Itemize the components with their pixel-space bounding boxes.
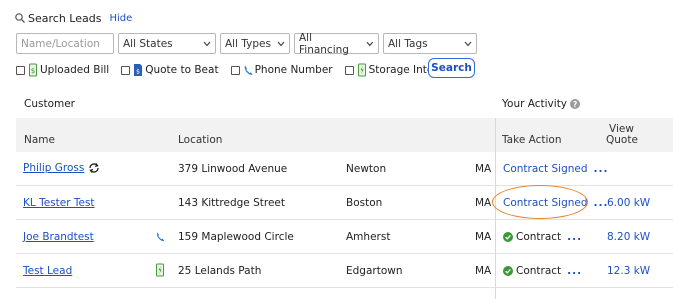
state-cell: MA xyxy=(475,197,492,209)
financing-select-value: All Financing xyxy=(299,31,349,56)
quote-to-beat-filter[interactable]: $ Quote to Beat xyxy=(121,63,219,77)
svg-text:$: $ xyxy=(136,69,140,76)
your-activity-section: Your Activity ? xyxy=(502,98,581,110)
phone-icon xyxy=(156,232,165,242)
column-header-location: Location xyxy=(178,134,223,146)
more-actions-button[interactable]: ... xyxy=(567,231,582,243)
column-header-name: Name xyxy=(24,134,55,146)
phone-number-label: Phone Number xyxy=(254,64,333,76)
financing-select[interactable]: All Financing xyxy=(294,31,379,56)
contract-status[interactable]: Contract xyxy=(516,231,561,243)
more-actions-button[interactable]: ... xyxy=(594,163,609,175)
take-action-cell: Contract ... xyxy=(503,265,582,277)
chevron-down-icon xyxy=(464,41,472,46)
quote-document-icon: $ xyxy=(134,64,143,76)
states-select[interactable]: All States xyxy=(118,33,216,54)
storage-interest-checkbox[interactable] xyxy=(344,65,354,75)
battery-icon xyxy=(156,263,164,277)
search-button[interactable]: Search xyxy=(428,58,475,78)
phone-number-checkbox[interactable] xyxy=(230,65,240,75)
search-leads-title: Search Leads xyxy=(28,11,102,25)
address-cell: 25 Lelands Path xyxy=(178,265,262,277)
city-cell: Boston xyxy=(346,197,383,209)
check-circle-icon xyxy=(503,232,513,242)
address-cell: 159 Maplewood Circle xyxy=(178,231,294,243)
uploaded-bill-filter[interactable]: $ Uploaded Bill xyxy=(16,63,109,77)
chevron-down-icon xyxy=(203,41,211,46)
checkbox-row: $ Uploaded Bill $ Quote to Beat Phone Nu… xyxy=(16,60,466,80)
contract-status[interactable]: Contract xyxy=(516,265,561,277)
lead-name-link[interactable]: Joe Brandtest xyxy=(23,231,94,243)
tags-select[interactable]: All Tags xyxy=(383,33,477,54)
city-cell: Newton xyxy=(346,163,387,175)
uploaded-bill-checkbox[interactable] xyxy=(16,65,25,75)
phone-icon xyxy=(244,65,252,75)
lead-name-link[interactable]: KL Tester Test xyxy=(23,197,95,209)
table-header xyxy=(16,118,673,152)
column-header-take-action: Take Action xyxy=(502,134,562,146)
contract-signed-link[interactable]: Contract Signed xyxy=(503,163,588,175)
phone-number-filter[interactable]: Phone Number xyxy=(230,63,333,77)
highlight-annotation xyxy=(492,185,588,219)
bill-icon: $ xyxy=(29,63,37,77)
customer-section-title: Customer xyxy=(24,98,76,110)
row-divider xyxy=(16,253,673,254)
types-select-value: All Types xyxy=(225,37,271,50)
svg-text:$: $ xyxy=(31,67,35,75)
name-cell: Joe Brandtest xyxy=(23,231,94,243)
row-divider xyxy=(16,185,673,186)
help-icon[interactable]: ? xyxy=(570,99,581,109)
city-cell: Edgartown xyxy=(346,265,403,277)
uploaded-bill-label: Uploaded Bill xyxy=(40,64,110,76)
name-cell: Philip Gross xyxy=(23,162,100,174)
take-action-cell: Contract ... xyxy=(503,231,582,243)
state-cell: MA xyxy=(475,231,492,243)
state-cell: MA xyxy=(475,265,492,277)
search-icon xyxy=(15,13,25,23)
address-cell: 143 Kittredge Street xyxy=(178,197,285,209)
name-location-input[interactable]: Name/Location xyxy=(16,33,114,54)
chevron-down-icon xyxy=(366,41,374,46)
your-activity-title: Your Activity xyxy=(502,98,568,110)
sync-icon xyxy=(89,163,99,173)
name-cell: Test Lead xyxy=(23,265,72,277)
battery-icon xyxy=(357,63,366,77)
states-select-value: All States xyxy=(123,37,173,50)
state-cell: MA xyxy=(475,163,492,175)
hide-link[interactable]: Hide xyxy=(109,13,132,24)
view-quote-link[interactable]: 6.00 kW xyxy=(607,197,650,209)
lead-name-link[interactable]: Test Lead xyxy=(23,265,72,277)
types-select[interactable]: All Types xyxy=(220,33,290,54)
view-quote-link[interactable]: 12.3 kW xyxy=(607,265,650,277)
more-actions-button[interactable]: ... xyxy=(567,265,582,277)
column-header-view-quote-line2: Quote xyxy=(606,134,638,146)
chevron-down-icon xyxy=(277,41,285,46)
filter-row: Name/Location All States All Types All F… xyxy=(16,31,477,56)
city-cell: Amherst xyxy=(346,231,391,243)
name-cell: KL Tester Test xyxy=(23,197,95,209)
quote-to-beat-label: Quote to Beat xyxy=(145,64,219,76)
check-circle-icon xyxy=(503,266,513,276)
take-action-cell: Contract Signed ... xyxy=(503,163,609,175)
row-divider xyxy=(16,287,673,288)
row-divider xyxy=(16,219,673,220)
address-cell: 379 Linwood Avenue xyxy=(178,163,288,175)
tags-select-value: All Tags xyxy=(388,37,428,50)
search-leads-header: Search Leads Hide xyxy=(14,10,132,26)
lead-name-link[interactable]: Philip Gross xyxy=(23,162,84,174)
quote-to-beat-checkbox[interactable] xyxy=(121,65,131,75)
view-quote-link[interactable]: 8.20 kW xyxy=(607,231,650,243)
